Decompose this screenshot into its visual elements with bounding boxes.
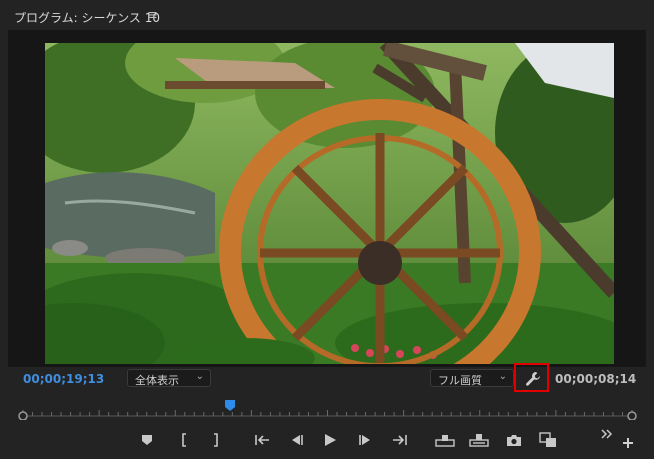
duration-timecode: 00;00;08;14: [555, 372, 637, 386]
play-icon: [325, 434, 336, 446]
extract-icon: [469, 434, 489, 447]
zoom-level-value: 全体表示: [135, 374, 179, 387]
go-to-in-button[interactable]: [251, 428, 273, 452]
panel-header: プログラム: シーケンス 10 ≡: [0, 0, 654, 30]
settings-button[interactable]: [514, 363, 549, 392]
scroll-handle-right[interactable]: [627, 411, 637, 420]
extract-button[interactable]: [468, 428, 490, 452]
playhead[interactable]: [225, 400, 236, 411]
chevron-down-icon: ⌄: [498, 371, 507, 382]
plus-icon: [623, 438, 633, 448]
program-video-frame[interactable]: [45, 43, 614, 364]
step-forward-button[interactable]: [355, 428, 377, 452]
camera-icon: [507, 434, 521, 446]
step-forward-icon: [359, 435, 370, 445]
lift-icon: [435, 435, 455, 447]
current-timecode[interactable]: 00;00;19;13: [23, 372, 104, 386]
go-to-out-button[interactable]: [389, 428, 411, 452]
chevron-double-right-icon: [601, 429, 613, 439]
step-back-button[interactable]: [285, 428, 307, 452]
add-marker-button[interactable]: [136, 428, 158, 452]
time-ruler[interactable]: [15, 400, 640, 420]
playback-quality-select[interactable]: フル画質 ⌄: [430, 369, 514, 387]
wrench-icon: [526, 372, 540, 386]
panel-title: プログラム: シーケンス 10: [14, 11, 160, 25]
playback-quality-value: フル画質: [438, 374, 482, 387]
panel-menu-icon[interactable]: ≡: [147, 8, 158, 23]
mark-out-button[interactable]: [205, 428, 227, 452]
chevron-down-icon: ⌄: [195, 371, 204, 382]
export-frame-button[interactable]: [503, 428, 525, 452]
compare-icon: [539, 432, 556, 447]
transport-controls: [0, 428, 654, 452]
play-button[interactable]: [319, 428, 341, 452]
button-editor-button[interactable]: [617, 431, 639, 455]
zoom-level-select[interactable]: 全体表示 ⌄: [127, 369, 211, 387]
more-controls-button[interactable]: [596, 422, 618, 446]
go-to-out-icon: [393, 435, 407, 445]
marker-icon: [142, 435, 152, 445]
mark-out-icon: [214, 433, 218, 447]
mark-in-icon: [182, 433, 186, 447]
compare-view-button[interactable]: [537, 428, 559, 452]
step-back-icon: [292, 435, 303, 445]
mark-in-button[interactable]: [173, 428, 195, 452]
lift-button[interactable]: [434, 428, 456, 452]
go-to-in-icon: [255, 435, 269, 445]
scroll-handle-left[interactable]: [18, 411, 28, 420]
